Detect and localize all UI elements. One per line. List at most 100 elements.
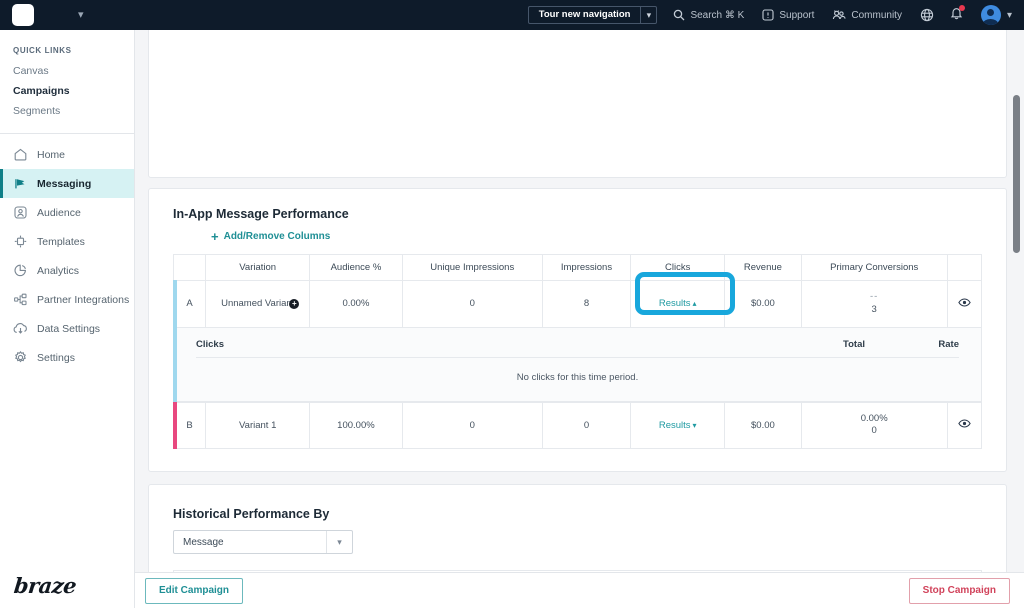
workspace-chevron-down-icon[interactable]: ▾	[78, 9, 84, 21]
col-header-blank-right	[946, 254, 983, 281]
partner-integrations-icon	[13, 292, 28, 307]
audience-icon	[13, 205, 28, 220]
stop-campaign-button[interactable]: Stop Campaign	[908, 577, 1010, 604]
table-header-row: Variation Audience % Unique Impressions …	[172, 254, 983, 281]
row-a-impressions: 8	[541, 280, 632, 328]
row-a-unique-impressions: 0	[401, 280, 543, 328]
row-b-results-label: Results	[658, 419, 691, 431]
col-header-variation: Variation	[205, 254, 311, 281]
sub-col-clicks: Clicks	[196, 338, 224, 350]
braze-logo: braze	[12, 573, 78, 598]
action-footer-bar: Edit Campaign Stop Campaign	[135, 572, 1024, 608]
clicks-subtable-header: Clicks Total Rate	[196, 339, 959, 358]
col-header-audience-pct: Audience %	[309, 254, 403, 281]
search-icon	[673, 9, 685, 21]
row-b-letter-label: B	[186, 419, 193, 431]
row-a-clicks-cell[interactable]: Results ▴	[630, 280, 726, 328]
col-header-primary-conversions: Primary Conversions	[800, 254, 948, 281]
sidebar-item-analytics[interactable]: Analytics	[0, 256, 134, 285]
sidebar-item-audience[interactable]: Audience	[0, 198, 134, 227]
sidebar-item-home[interactable]: Home	[0, 140, 134, 169]
in-app-message-performance-card: In-App Message Performance + Add/Remove …	[148, 188, 1007, 473]
row-a-conv-count: 3	[871, 303, 877, 315]
row-a-conv-rate: --	[870, 291, 879, 302]
row-b-results-toggle[interactable]: Results ▾	[659, 420, 697, 431]
support-button[interactable]: Support	[762, 9, 814, 21]
row-b-variation-cell: Variant 1	[205, 401, 311, 450]
page-scrollbar-thumb[interactable]	[1013, 95, 1020, 253]
row-a-letter: A	[172, 280, 207, 328]
row-a-variation-label: Unnamed Variant	[221, 298, 295, 310]
notifications-button[interactable]	[950, 4, 965, 25]
top-navigation-bar: ▾ Tour new navigation ▾ Search ⌘ K Suppo…	[0, 0, 1024, 30]
community-button[interactable]: Community	[832, 9, 902, 21]
sidebar-quicklink-canvas[interactable]: Canvas	[0, 61, 134, 81]
tour-chevron-down-icon[interactable]: ▾	[640, 7, 656, 23]
sidebar-divider	[0, 133, 134, 134]
sidebar-item-label: Home	[37, 148, 66, 161]
templates-icon	[13, 234, 28, 249]
home-icon	[13, 147, 28, 162]
sidebar-item-label: Analytics	[37, 264, 80, 277]
row-b-preview-cell[interactable]	[946, 401, 983, 450]
sidebar-item-messaging[interactable]: Messaging	[0, 169, 134, 198]
app-root: ▾ Tour new navigation ▾ Search ⌘ K Suppo…	[0, 0, 1024, 608]
page-scrollbar[interactable]	[1011, 30, 1022, 608]
table-body-b: B Variant 1 100.00% 0 0 Results ▾ $0.00 …	[172, 401, 983, 450]
performance-table: Variation Audience % Unique Impressions …	[172, 254, 983, 328]
globe-icon	[920, 8, 934, 22]
notification-badge-dot	[958, 4, 965, 11]
sidebar-quicklink-segments[interactable]: Segments	[0, 101, 134, 121]
col-header-unique-impressions: Unique Impressions	[401, 254, 543, 281]
support-label: Support	[779, 9, 815, 21]
sidebar-item-templates[interactable]: Templates	[0, 227, 134, 256]
chevron-up-icon: ▴	[692, 299, 697, 309]
clicks-empty-message: No clicks for this time period.	[516, 371, 639, 383]
sidebar-item-partner-integrations[interactable]: Partner Integrations	[0, 285, 134, 314]
row-a-results-toggle[interactable]: Results ▴	[659, 298, 697, 309]
col-header-blank-left	[172, 254, 207, 281]
historical-performance-title: Historical Performance By	[173, 507, 330, 522]
page-title: In-App Message Performance	[173, 207, 349, 221]
historical-performance-select[interactable]: Message ▾	[173, 530, 353, 555]
col-header-impressions: Impressions	[541, 254, 632, 281]
row-b-clicks-cell[interactable]: Results ▾	[630, 401, 726, 450]
sidebar-item-label: Templates	[37, 235, 85, 248]
quick-links-heading: QUICK LINKS	[13, 46, 72, 55]
sidebar-item-label: Audience	[37, 206, 81, 219]
sidebar-quicklink-campaigns[interactable]: Campaigns	[0, 81, 134, 101]
sidebar-item-data-settings[interactable]: Data Settings	[0, 314, 134, 343]
chevron-down-icon[interactable]: ▾	[326, 531, 352, 554]
main-content: In-App Message Performance + Add/Remove …	[135, 30, 1024, 608]
sub-col-rate: Rate	[938, 338, 959, 350]
add-remove-columns-button[interactable]: + Add/Remove Columns	[211, 230, 330, 243]
community-people-icon	[832, 9, 846, 21]
row-b-conv-stack: 0.00% 0	[806, 413, 943, 439]
user-avatar[interactable]	[980, 5, 1001, 25]
row-a-clicks-subtable: Clicks Total Rate No clicks for this tim…	[173, 326, 982, 402]
row-a-preview-cell[interactable]	[946, 280, 983, 328]
row-a-accent-bar	[173, 280, 177, 328]
plus-icon: +	[211, 229, 219, 244]
sidebar-item-settings[interactable]: Settings	[0, 343, 134, 372]
eye-icon[interactable]	[958, 298, 971, 310]
row-b-primary-conversions: 0.00% 0	[800, 401, 948, 450]
account-chevron-down-icon[interactable]: ▾	[1007, 10, 1012, 21]
table-header: Variation Audience % Unique Impressions …	[172, 254, 983, 281]
gear-icon	[13, 350, 28, 365]
info-circle-icon	[762, 9, 774, 21]
tour-new-navigation-button[interactable]: Tour new navigation ▾	[527, 6, 658, 24]
search-button[interactable]: Search ⌘ K	[673, 9, 744, 21]
add-remove-columns-label: Add/Remove Columns	[223, 231, 331, 242]
left-sidebar: QUICK LINKS Canvas Campaigns Segments Ho…	[0, 30, 135, 608]
app-logo-icon[interactable]	[12, 4, 34, 26]
megaphone-icon	[13, 176, 28, 191]
edit-campaign-button[interactable]: Edit Campaign	[145, 577, 244, 604]
language-globe-button[interactable]	[920, 8, 934, 22]
performance-table-row-b: B Variant 1 100.00% 0 0 Results ▾ $0.00 …	[172, 401, 983, 450]
info-dot-icon[interactable]: +	[289, 298, 300, 309]
sidebar-item-label: Data Settings	[37, 322, 101, 335]
row-b-unique-impressions: 0	[401, 401, 543, 450]
row-b-conv-rate: 0.00%	[860, 412, 888, 424]
eye-icon[interactable]	[958, 419, 971, 431]
